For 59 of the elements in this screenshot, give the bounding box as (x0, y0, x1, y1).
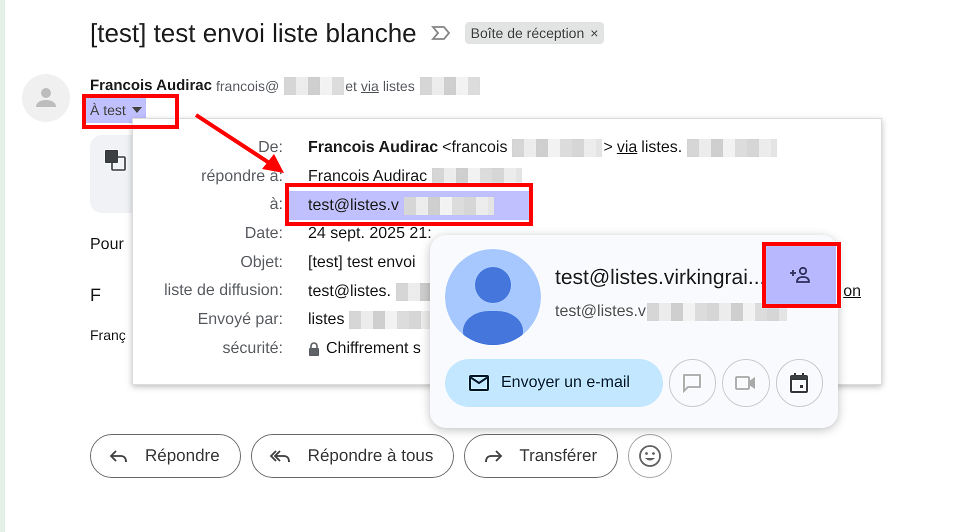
body-text: Pour (90, 235, 124, 255)
reply-all-icon (270, 448, 292, 464)
value-text: francois@ (216, 76, 280, 96)
field-label: liste de diffusion: (164, 282, 283, 300)
forward-icon (483, 448, 504, 464)
sender-avatar (22, 74, 70, 122)
value-text: Chiffrement s (326, 339, 421, 360)
mail-icon (469, 375, 489, 391)
video-call-button[interactable] (722, 359, 770, 407)
remove-label-button[interactable]: × (590, 22, 598, 44)
link[interactable]: via (360, 76, 379, 96)
value-text: 24 sept. 2025 21: (308, 224, 432, 244)
chat-button[interactable] (668, 359, 716, 407)
contact-name: test@listes.virkingrai... (555, 265, 766, 292)
add-person-icon (789, 267, 813, 283)
value-text: test@listes. (308, 282, 391, 302)
value-text: listes (382, 76, 415, 96)
value-text: > (603, 138, 613, 158)
redacted-block (420, 77, 480, 95)
action-button[interactable]: Répondre (90, 434, 241, 478)
recipient-dropdown[interactable]: À test (86, 97, 146, 123)
importance-icon (430, 25, 451, 41)
value-text: <francois (442, 138, 508, 158)
calendar-button[interactable] (776, 359, 824, 407)
redacted-block (284, 77, 344, 95)
video-camera-icon (734, 375, 757, 391)
field-label: Envoyé par: (198, 311, 283, 328)
translate-icon (104, 149, 126, 171)
sender-name: Francois Audirac (90, 76, 212, 96)
reply-icon (109, 448, 129, 464)
label-chip[interactable]: Boîte de réception × (464, 22, 604, 44)
field-label: Date: (244, 225, 283, 242)
emoji-button[interactable] (628, 434, 672, 478)
value-text: listes. (641, 138, 682, 158)
value-text: et (345, 76, 357, 96)
email-subject: [test] test envoi liste blanche (90, 16, 417, 50)
link[interactable]: on (843, 280, 861, 304)
calendar-icon (789, 373, 810, 393)
value-text: listes (308, 310, 344, 330)
field-label: sécurité: (222, 340, 283, 357)
chat-icon (682, 373, 702, 393)
lock-icon (308, 342, 320, 356)
action-button[interactable]: Transférer (464, 434, 618, 478)
action-button[interactable]: Répondre à tous (250, 434, 454, 478)
caret-icon (132, 107, 142, 113)
value-text: Francois Audirac (308, 167, 428, 188)
send-email-button[interactable]: Envoyer un e-mail (445, 359, 663, 407)
link[interactable]: via (616, 136, 638, 160)
field-label: De: (258, 139, 283, 156)
label-text: Boîte de réception (470, 24, 584, 43)
value-text: [test] test envoi (308, 253, 416, 274)
contact-email: test@listes.v (555, 302, 646, 322)
body-text: Franç (90, 326, 126, 345)
field-label: Objet: (240, 254, 283, 271)
emoji-icon (639, 445, 662, 467)
sender-name: Francois Audirac (308, 138, 438, 158)
body-text: F (90, 284, 101, 307)
value-text: test@listes.v (308, 196, 399, 216)
field-label: à: (270, 196, 283, 214)
